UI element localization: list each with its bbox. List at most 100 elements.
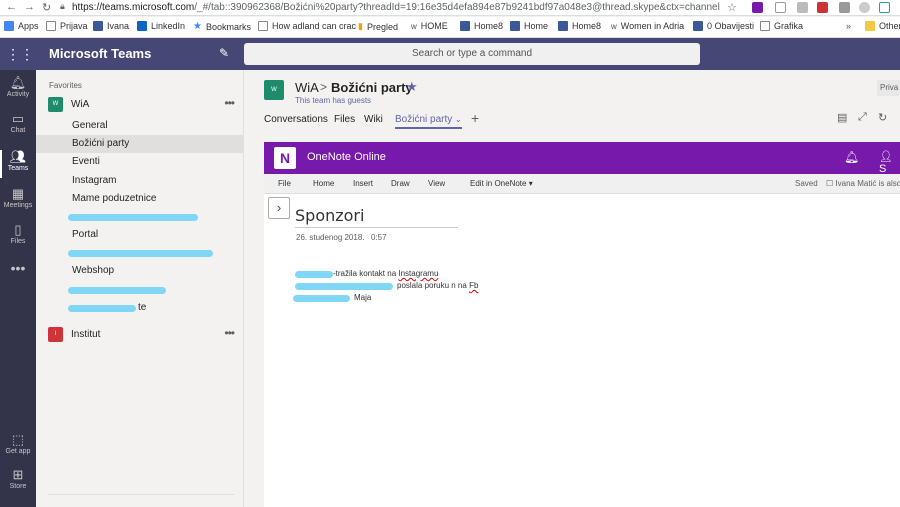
- bookmark[interactable]: How adland can crac: [258, 21, 356, 31]
- facebook-icon: [460, 21, 470, 31]
- forward-icon[interactable]: →: [24, 1, 35, 13]
- team-name: Institut: [71, 329, 101, 340]
- more-options-icon[interactable]: •••: [224, 96, 235, 110]
- app-teams[interactable]: 👥︎ Teams: [0, 150, 36, 178]
- channel-instagram[interactable]: Instagram: [36, 172, 244, 190]
- search-input[interactable]: Search or type a command: [244, 43, 700, 65]
- favorite-star-icon[interactable]: ★: [406, 79, 418, 95]
- url-path: /_#/tab::390962368/Božićni%20party?threa…: [194, 2, 720, 13]
- channel-eventi[interactable]: Eventi: [36, 153, 244, 171]
- bookmark[interactable]: Ivana: [93, 21, 129, 31]
- star-bookmark-icon[interactable]: ☆: [727, 1, 737, 14]
- notification-bell-icon[interactable]: 🔔︎: [844, 150, 859, 164]
- chat-icon: ▭: [11, 111, 25, 126]
- ribbon-home[interactable]: Home: [313, 179, 334, 188]
- url-field[interactable]: https://teams.microsoft.com/_#/tab::3909…: [72, 2, 720, 13]
- bookmark[interactable]: Home8: [558, 21, 601, 31]
- bookmark[interactable]: Grafika: [760, 21, 803, 31]
- add-tab-button[interactable]: +: [471, 110, 479, 126]
- tab-bozicni-party[interactable]: Božićni party ⌄: [395, 114, 462, 129]
- onenote-header: N OneNote Online 🔔︎ 👤︎ S: [264, 142, 900, 175]
- channel-redacted[interactable]: [36, 281, 244, 299]
- app-get-app[interactable]: ⬚ Get app: [0, 432, 36, 456]
- bookmark[interactable]: ★ Bookmarks: [193, 21, 251, 32]
- channel-portal[interactable]: Portal: [36, 226, 244, 244]
- favorites-label: Favorites: [49, 81, 82, 90]
- channel-webshop[interactable]: Webshop: [36, 262, 244, 280]
- share-button[interactable]: 👤︎ S: [879, 150, 900, 175]
- bookmark-apps[interactable]: Apps: [4, 21, 39, 31]
- onenote-extension-icon[interactable]: [752, 2, 763, 13]
- tab-wiki[interactable]: Wiki: [364, 114, 383, 125]
- star-icon: ★: [193, 21, 202, 32]
- lock-icon: 🔒︎: [60, 1, 65, 11]
- redaction-mark: [293, 295, 350, 302]
- compose-icon[interactable]: ✎: [219, 46, 229, 60]
- ribbon-file[interactable]: File: [278, 179, 291, 188]
- ribbon-view[interactable]: View: [428, 179, 445, 188]
- tab-conversations[interactable]: Conversations: [264, 114, 328, 125]
- bookmark-folder[interactable]: Other: [865, 21, 900, 31]
- more-bookmarks-icon[interactable]: »: [846, 21, 851, 31]
- team-avatar: W: [264, 80, 284, 100]
- page-title[interactable]: Sponzori: [295, 206, 458, 228]
- channel-bozicni-party[interactable]: Božićni party: [36, 135, 244, 153]
- bookmark[interactable]: ▮ Pregled: [358, 21, 398, 32]
- extension-icon[interactable]: [839, 2, 850, 13]
- conversation-icon[interactable]: ▤: [837, 111, 847, 124]
- channel-general[interactable]: General: [36, 117, 244, 135]
- browser-url-bar: ← → ↻ 🔒︎ https://teams.microsoft.com/_#/…: [0, 0, 900, 16]
- note-line[interactable]: poslala poruku n na Fb: [295, 281, 478, 290]
- bookmark[interactable]: w Women in Adria: [611, 21, 684, 31]
- coauthor-status: ☐ Ivana Matić is also: [826, 179, 900, 188]
- back-icon[interactable]: ←: [6, 1, 17, 13]
- ribbon-draw[interactable]: Draw: [391, 179, 410, 188]
- channel-mame-poduzetnice[interactable]: Mame poduzetnice: [36, 190, 244, 208]
- note-line[interactable]: -tražila kontakt na Instagramu: [295, 269, 438, 278]
- expand-navigation-button[interactable]: ›: [268, 197, 290, 219]
- team-row-wia[interactable]: W WiA •••: [48, 96, 235, 114]
- breadcrumb-team[interactable]: WiA: [295, 80, 319, 95]
- analytics-icon: ▮: [358, 21, 363, 31]
- teams-header: ⋮⋮ Microsoft Teams ✎ Search or type a co…: [0, 38, 900, 70]
- download-icon: ⬚: [11, 432, 25, 447]
- team-list: Favorites W WiA ••• General Božićni part…: [36, 70, 244, 507]
- more-apps-icon[interactable]: •••: [0, 260, 36, 276]
- wix-icon: w: [611, 21, 617, 31]
- app-store[interactable]: ⊞ Store: [0, 468, 36, 491]
- app-files[interactable]: ▯ Files: [0, 223, 36, 246]
- channel-redacted[interactable]: [36, 208, 244, 226]
- extension-icon[interactable]: [879, 2, 890, 13]
- channel-redacted[interactable]: [36, 244, 244, 262]
- reload-icon[interactable]: ↻: [878, 111, 887, 124]
- extension-icon[interactable]: [817, 2, 828, 13]
- extension-icon[interactable]: [775, 2, 786, 13]
- bookmark[interactable]: LinkedIn: [137, 21, 185, 31]
- saved-status: Saved: [795, 179, 818, 188]
- facebook-icon: [693, 21, 703, 31]
- app-launcher-icon[interactable]: ⋮⋮: [6, 46, 34, 62]
- bookmark[interactable]: 0 Obavijesti: [693, 21, 754, 31]
- divider: [48, 494, 234, 495]
- ribbon-insert[interactable]: Insert: [353, 179, 373, 188]
- note-line[interactable]: Maja: [293, 293, 371, 302]
- tab-files[interactable]: Files: [334, 114, 355, 125]
- extension-icon[interactable]: [859, 2, 870, 13]
- app-chat[interactable]: ▭ Chat: [0, 111, 36, 135]
- app-meetings[interactable]: ▦ Meetings: [0, 187, 36, 210]
- reload-icon[interactable]: ↻: [42, 1, 51, 14]
- bookmark[interactable]: Home: [510, 21, 548, 31]
- team-row-institut[interactable]: I Institut •••: [48, 326, 235, 344]
- channel-redacted[interactable]: te: [36, 299, 244, 317]
- extension-icon[interactable]: [797, 2, 808, 13]
- bookmark[interactable]: Prijava: [46, 21, 88, 31]
- app-activity[interactable]: 🔔︎ Activity: [0, 76, 36, 99]
- folder-icon: [865, 21, 875, 31]
- bookmark[interactable]: w HOME: [411, 21, 448, 31]
- more-options-icon[interactable]: •••: [224, 326, 235, 340]
- bookmark[interactable]: Home8: [460, 21, 503, 31]
- team-avatar: W: [48, 97, 63, 112]
- expand-icon[interactable]: ⤢: [858, 111, 867, 124]
- app-bar: 🔔︎ Activity ▭ Chat 👥︎ Teams ▦ Meetings ▯ File…: [0, 70, 36, 507]
- ribbon-edit-in-onenote[interactable]: Edit in OneNote ▾: [470, 179, 533, 188]
